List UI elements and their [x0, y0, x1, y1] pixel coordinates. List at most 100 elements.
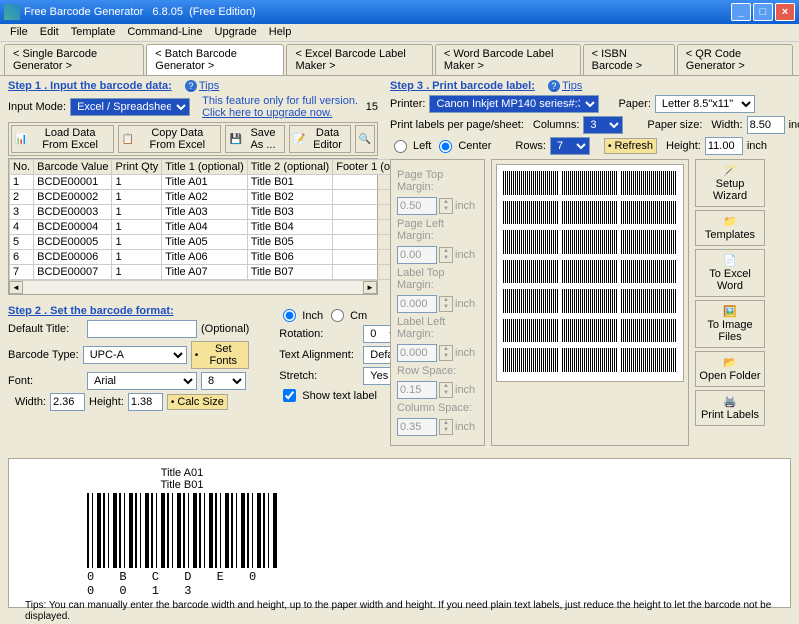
tab-batch[interactable]: < Batch Barcode Generator > [146, 44, 284, 75]
columns-select[interactable]: 3 [583, 116, 623, 134]
table-row[interactable]: 4BCDE000041Title A04Title B04 [10, 220, 403, 235]
barcode-type-select[interactable]: UPC-A [83, 346, 187, 364]
rotation-label: Rotation: [279, 328, 359, 340]
table-header[interactable]: Print Qty [112, 160, 162, 175]
barcode-bars-icon [87, 493, 277, 568]
window-title: Free Barcode Generator 6.8.05 (Free Edit… [24, 6, 731, 18]
text-align-label: Text Alignment: [279, 349, 359, 361]
row-space-input[interactable] [397, 381, 437, 399]
paper-select[interactable]: Letter 8.5"x11" [655, 95, 755, 113]
tab-qr[interactable]: < QR Code Generator > [677, 44, 793, 75]
font-size-select[interactable]: 8 [201, 372, 246, 390]
spinner-icon[interactable]: ▲▼ [439, 198, 453, 214]
close-button[interactable]: × [775, 3, 795, 21]
tab-single[interactable]: < Single Barcode Generator > [4, 44, 144, 75]
table-header[interactable]: Barcode Value [34, 160, 112, 175]
table-header[interactable]: No. [10, 160, 34, 175]
paper-height-label: Height: [666, 140, 701, 152]
align-left-radio[interactable] [394, 140, 407, 153]
table-row[interactable]: 2BCDE000021Title A02Title B02 [10, 190, 403, 205]
tab-excel[interactable]: < Excel Barcode Label Maker > [286, 44, 432, 75]
refresh-button[interactable]: •Refresh [604, 138, 657, 154]
barcode-type-label: Barcode Type: [8, 349, 79, 361]
copy-excel-button[interactable]: 📋Copy Data From Excel [118, 125, 222, 153]
table-scrollbar[interactable]: ◄ ► [9, 280, 377, 294]
barcode-width-input[interactable] [50, 393, 85, 411]
barcode-preview-panel: Title A01 Title B01 0 B C D E 0 0 0 1 3 … [8, 458, 791, 608]
table-row[interactable]: 3BCDE000031Title A03Title B03 [10, 205, 403, 220]
stretch-label: Stretch: [279, 370, 359, 382]
columns-label: Columns: [533, 119, 579, 131]
upgrade-msg1: This feature only for full version. [202, 95, 358, 107]
table-row[interactable]: 6BCDE000061Title A06Title B06 [10, 250, 403, 265]
step1-title: Step 1 . Input the barcode data: [8, 74, 172, 96]
font-select[interactable]: Arial [87, 372, 197, 390]
upgrade-link[interactable]: Click here to upgrade now. [202, 107, 358, 119]
scroll-left-icon[interactable]: ◄ [9, 281, 23, 294]
minimize-button[interactable]: _ [731, 3, 751, 21]
step1-tips[interactable]: Tips [185, 80, 219, 92]
width-label: Width: [8, 396, 46, 408]
label-left-input[interactable] [397, 344, 437, 362]
barcode-height-input[interactable] [128, 393, 163, 411]
menubar: File Edit Template Command-Line Upgrade … [0, 24, 799, 42]
footer-tip: Tips: You can manually enter the barcode… [17, 598, 782, 624]
preview-title1: Title A01 [87, 467, 277, 479]
to-image-files-button[interactable]: 🖼️To Image Files [695, 300, 765, 348]
table-row[interactable]: 5BCDE000051Title A05Title B05 [10, 235, 403, 250]
label-top-input[interactable] [397, 295, 437, 313]
table-header[interactable]: Title 2 (optional) [247, 160, 332, 175]
unit-inch-radio[interactable] [283, 309, 296, 322]
align-center-radio[interactable] [439, 140, 452, 153]
unit-cm-radio[interactable] [331, 309, 344, 322]
scroll-right-icon[interactable]: ► [363, 281, 377, 294]
page-left-input[interactable] [397, 246, 437, 264]
search-button[interactable]: 🔍 [355, 125, 375, 153]
table-header[interactable]: Title 1 (optional) [162, 160, 247, 175]
printer-select[interactable]: Canon Inkjet MP140 series#:3 [429, 95, 599, 113]
open-folder-button[interactable]: 📂Open Folder [695, 351, 765, 387]
load-excel-button[interactable]: 📊Load Data From Excel [11, 125, 114, 153]
menu-edit[interactable]: Edit [34, 24, 65, 41]
default-title-input[interactable] [87, 320, 197, 338]
paper-size-label: Paper size: [647, 119, 702, 131]
tab-word[interactable]: < Word Barcode Label Maker > [435, 44, 581, 75]
paper-width-label: Width: [711, 119, 742, 131]
menu-file[interactable]: File [4, 24, 34, 41]
print-labels-button[interactable]: 🖨️Print Labels [695, 390, 765, 426]
input-mode-select[interactable]: Excel / Spreadsheet [70, 98, 190, 116]
data-editor-button[interactable]: 📝Data Editor [289, 125, 350, 153]
barcode-digits: 0 B C D E 0 0 0 1 3 [87, 570, 277, 598]
tab-isbn[interactable]: < ISBN Barcode > [583, 44, 675, 75]
menu-help[interactable]: Help [263, 24, 298, 41]
step3-tips[interactable]: Tips [548, 80, 582, 92]
menu-commandline[interactable]: Command-Line [121, 24, 208, 41]
menu-upgrade[interactable]: Upgrade [209, 24, 263, 41]
col-space-input[interactable] [397, 418, 437, 436]
save-as-button[interactable]: 💾Save As ... [225, 125, 285, 153]
calc-size-button[interactable]: •Calc Size [167, 394, 228, 410]
row-count: 15 [366, 101, 378, 113]
margins-panel: Page Top Margin: ▲▼inch Page Left Margin… [390, 159, 485, 446]
paper-height-input[interactable] [705, 137, 743, 155]
templates-button[interactable]: 📁Templates [695, 210, 765, 246]
data-toolbar: 📊Load Data From Excel 📋Copy Data From Ex… [8, 122, 378, 156]
step3-title: Step 3 . Print barcode label: [390, 74, 535, 96]
preview-title2: Title B01 [87, 479, 277, 491]
app-icon [4, 4, 20, 20]
rows-select[interactable]: 7 [550, 137, 590, 155]
tab-bar: < Single Barcode Generator > < Batch Bar… [0, 42, 799, 76]
setup-wizard-button[interactable]: 🪄Setup Wizard [695, 159, 765, 207]
menu-template[interactable]: Template [65, 24, 122, 41]
rows-label: Rows: [515, 140, 546, 152]
show-text-checkbox[interactable] [283, 389, 296, 402]
data-table[interactable]: No.Barcode ValuePrint QtyTitle 1 (option… [8, 158, 378, 295]
font-label: Font: [8, 375, 83, 387]
table-row[interactable]: 1BCDE000011Title A01Title B01 [10, 175, 403, 190]
table-row[interactable]: 7BCDE000071Title A07Title B07 [10, 265, 403, 280]
page-top-input[interactable] [397, 197, 437, 215]
maximize-button[interactable]: □ [753, 3, 773, 21]
to-excel-word-button[interactable]: 📄To Excel Word [695, 249, 765, 297]
set-fonts-button[interactable]: •Set Fonts [191, 341, 250, 369]
paper-width-input[interactable] [747, 116, 785, 134]
